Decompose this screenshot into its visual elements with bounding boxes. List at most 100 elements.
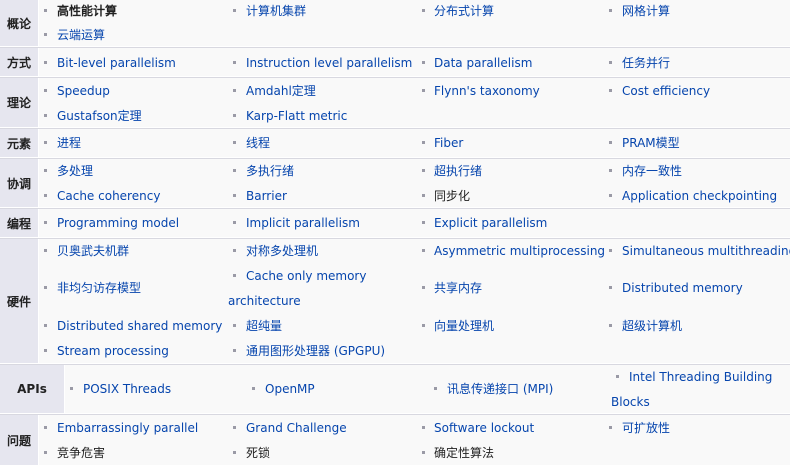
bullet-icon (44, 33, 47, 36)
navbox-item: 竞争危害 (57, 446, 106, 460)
navbox-link[interactable]: Blocks (611, 395, 650, 409)
navbox-link[interactable]: Barrier (246, 189, 287, 203)
bullet-icon (233, 169, 236, 172)
navbox-link[interactable]: Embarrassingly parallel (57, 421, 198, 435)
navbox-link[interactable]: Asymmetric multiprocessing (434, 244, 605, 258)
navbox-link[interactable]: Cache coherency (57, 189, 160, 203)
bullet-icon (44, 89, 47, 92)
navbox-link[interactable]: 对称多处理机 (246, 244, 318, 258)
bullet-icon (609, 426, 612, 429)
navbox-link[interactable]: Grand Challenge (246, 421, 347, 435)
bullet-icon (44, 61, 47, 64)
bullet-icon (422, 221, 425, 224)
bullet-icon (609, 169, 612, 172)
bullet-icon (422, 324, 425, 327)
row-header: 方式 (0, 48, 38, 76)
navbox-link[interactable]: Gustafson定理 (57, 109, 142, 123)
navbox-link[interactable]: 共享内存 (434, 281, 482, 295)
bullet-icon (422, 451, 425, 454)
navbox-link[interactable]: 计算机集群 (246, 4, 306, 18)
navbox-link[interactable]: Fiber (434, 136, 463, 150)
navbox-link[interactable]: architecture (228, 294, 301, 308)
navbox-link[interactable]: Instruction level parallelism (246, 56, 412, 70)
navbox-link[interactable]: Explicit parallelism (434, 216, 547, 230)
row-divider (0, 364, 790, 365)
bullet-icon (44, 114, 47, 117)
bullet-icon (434, 387, 437, 390)
navbox-link[interactable]: Amdahl定理 (246, 84, 316, 98)
navbox-link[interactable]: Speedup (57, 84, 110, 98)
navbox-link[interactable]: Data parallelism (434, 56, 532, 70)
bullet-icon (44, 9, 47, 12)
navbox-link[interactable]: Cost efficiency (622, 84, 710, 98)
navbox-item: 高性能计算 (57, 4, 118, 18)
bullet-icon (616, 375, 619, 378)
navbox-link[interactable]: 内存一致性 (622, 164, 682, 178)
bullet-icon (44, 169, 47, 172)
navbox-link[interactable]: 分布式计算 (434, 4, 494, 18)
bullet-icon (44, 221, 47, 224)
bullet-icon (422, 141, 425, 144)
navbox-link[interactable]: OpenMP (265, 382, 315, 396)
bullet-icon (233, 194, 236, 197)
navbox-link[interactable]: 通用图形处理器 (GPGPU) (246, 344, 385, 358)
bullet-icon (422, 9, 425, 12)
navbox-link[interactable]: Stream processing (57, 344, 169, 358)
navbox-link[interactable]: 网格计算 (622, 4, 670, 18)
bullet-icon (44, 286, 47, 289)
bullet-icon (233, 451, 236, 454)
row-divider (0, 77, 790, 78)
navbox-link[interactable]: 可扩放性 (622, 421, 670, 435)
bullet-icon (422, 426, 425, 429)
row-divider (0, 208, 790, 209)
navbox-link[interactable]: Bit-level parallelism (57, 56, 176, 70)
bullet-icon (609, 89, 612, 92)
navbox-link[interactable]: Implicit parallelism (246, 216, 360, 230)
navbox-link[interactable]: Flynn's taxonomy (434, 84, 540, 98)
navbox-link[interactable]: Programming model (57, 216, 179, 230)
navbox: 概论 高性能计算 计算机集群 分布式计算 网格计算 云端运算 方式 Bit-level par… (0, 0, 790, 467)
navbox-link[interactable]: Cache only memory (246, 269, 366, 283)
bullet-icon (44, 141, 47, 144)
navbox-link[interactable]: 进程 (57, 136, 81, 150)
row-header: 理论 (0, 78, 38, 127)
bullet-icon (233, 249, 236, 252)
bullet-icon (233, 61, 236, 64)
navbox-link[interactable]: POSIX Threads (83, 382, 171, 396)
navbox-link[interactable]: 多执行绪 (246, 164, 294, 178)
navbox-link[interactable]: 贝奥武夫机群 (57, 244, 129, 258)
bullet-icon (422, 61, 425, 64)
navbox-link[interactable]: 线程 (246, 136, 270, 150)
navbox-link[interactable]: PRAM模型 (622, 136, 680, 150)
navbox-link[interactable]: 向量处理机 (434, 319, 494, 333)
bullet-icon (422, 169, 425, 172)
navbox-link[interactable]: Intel Threading Building (629, 370, 772, 384)
navbox-link[interactable]: Simultaneous multithreading (622, 244, 790, 258)
bullet-icon (609, 249, 612, 252)
navbox-link[interactable]: 超执行绪 (434, 164, 482, 178)
navbox-link[interactable]: 多处理 (57, 164, 93, 178)
row-header: 编程 (0, 209, 38, 237)
navbox-link[interactable]: 非均匀访存模型 (57, 281, 141, 295)
bullet-icon (252, 387, 255, 390)
navbox-link[interactable]: 云端运算 (57, 28, 105, 42)
navbox-link[interactable]: Karp-Flatt metric (246, 109, 347, 123)
navbox-link[interactable]: Distributed memory (622, 281, 743, 295)
row-divider (0, 128, 790, 129)
navbox-link[interactable]: 讯息传递接口 (MPI) (447, 382, 553, 396)
bullet-icon (422, 89, 425, 92)
navbox-link[interactable]: 超纯量 (246, 319, 282, 333)
bullet-icon (422, 249, 425, 252)
bullet-icon (44, 349, 47, 352)
bullet-icon (233, 221, 236, 224)
bullet-icon (233, 9, 236, 12)
navbox-link[interactable]: Distributed shared memory (57, 319, 222, 333)
navbox-link[interactable]: 超级计算机 (622, 319, 682, 333)
navbox-link[interactable]: Software lockout (434, 421, 534, 435)
navbox-item: 死锁 (246, 446, 271, 460)
navbox-link[interactable]: 任务并行 (622, 56, 670, 70)
bullet-icon (44, 194, 47, 197)
navbox-link[interactable]: Application checkpointing (622, 189, 777, 203)
bullet-icon (233, 89, 236, 92)
row-header: 协调 (0, 159, 38, 207)
